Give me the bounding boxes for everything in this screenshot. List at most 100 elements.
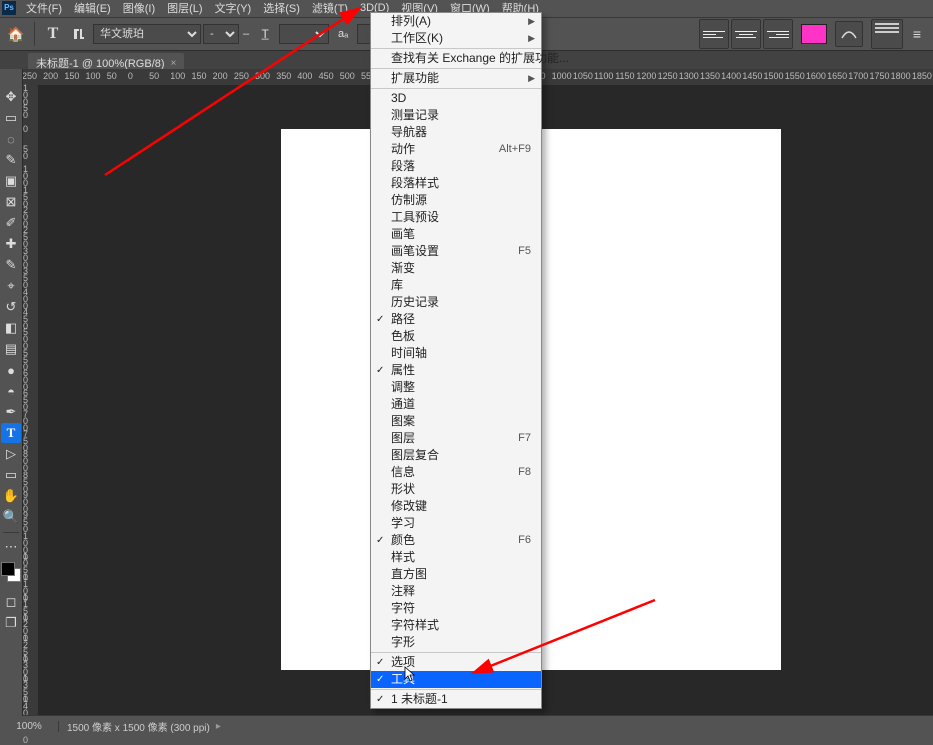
window-menu-item[interactable]: 形状: [371, 481, 541, 498]
move-tool[interactable]: ✥: [1, 87, 21, 107]
window-menu-item[interactable]: ✓路径: [371, 311, 541, 328]
heal-tool[interactable]: ✚: [1, 234, 21, 254]
menu-edit[interactable]: 编辑(E): [68, 0, 117, 16]
menu-layer[interactable]: 图层(L): [161, 0, 208, 16]
window-menu-item[interactable]: 图层复合: [371, 447, 541, 464]
warp-text-button[interactable]: [835, 21, 863, 47]
window-menu-item[interactable]: 画笔设置F5: [371, 243, 541, 260]
blur-tool[interactable]: ●: [1, 360, 21, 380]
text-orientation-button[interactable]: [67, 22, 91, 46]
status-chevron-icon[interactable]: ▸: [216, 721, 221, 732]
hand-tool[interactable]: ✋: [1, 486, 21, 506]
font-size-select[interactable]: [279, 24, 329, 44]
ruler-tick: 100: [86, 71, 101, 81]
shape-tool[interactable]: ▭: [1, 465, 21, 485]
eraser-tool[interactable]: ◧: [1, 318, 21, 338]
pen-tool[interactable]: ✒: [1, 402, 21, 422]
edit-toolbar-button[interactable]: ⋯: [1, 537, 21, 557]
window-menu-item[interactable]: 通道: [371, 396, 541, 413]
window-menu-item[interactable]: 仿制源: [371, 192, 541, 209]
window-menu-item[interactable]: 字符样式: [371, 617, 541, 634]
window-menu-item[interactable]: 段落样式: [371, 175, 541, 192]
menu-type[interactable]: 文字(Y): [209, 0, 258, 16]
vertical-ruler: 1005005010015020025030035040045050055060…: [22, 85, 39, 716]
window-menu-item[interactable]: 工具预设: [371, 209, 541, 226]
text-color-swatch[interactable]: [801, 24, 827, 44]
marquee-tool[interactable]: ▭: [1, 108, 21, 128]
align-center-button[interactable]: [731, 19, 761, 49]
window-menu-item[interactable]: 字形: [371, 634, 541, 651]
window-menu-item[interactable]: 调整: [371, 379, 541, 396]
lasso-tool[interactable]: ◌: [1, 129, 21, 149]
window-menu-item[interactable]: 图案: [371, 413, 541, 430]
window-menu-item[interactable]: ✓颜色F6: [371, 532, 541, 549]
menu-item-label: 动作: [391, 141, 415, 158]
window-menu-item[interactable]: 渐变: [371, 260, 541, 277]
window-menu-item[interactable]: 库: [371, 277, 541, 294]
window-menu-item[interactable]: 修改键: [371, 498, 541, 515]
zoom-field[interactable]: 100%: [0, 721, 59, 732]
eyedropper-tool[interactable]: ✐: [1, 213, 21, 233]
menu-filter[interactable]: 滤镜(T): [306, 0, 354, 16]
stamp-tool[interactable]: ⌖: [1, 276, 21, 296]
brush-tool[interactable]: ✎: [1, 255, 21, 275]
toggle-panels-button[interactable]: [871, 19, 903, 49]
window-menu-item[interactable]: 信息F8: [371, 464, 541, 481]
align-left-button[interactable]: [699, 19, 729, 49]
menu-file[interactable]: 文件(F): [20, 0, 68, 16]
window-menu-item[interactable]: 动作Alt+F9: [371, 141, 541, 158]
window-menu-item[interactable]: ✓ 属性: [371, 362, 541, 379]
path-select-tool[interactable]: ▷: [1, 444, 21, 464]
font-family-select[interactable]: 华文琥珀: [93, 24, 201, 44]
foreground-color-swatch[interactable]: [1, 562, 15, 576]
crop-tool[interactable]: ▣: [1, 171, 21, 191]
menu-select[interactable]: 选择(S): [257, 0, 306, 16]
screenmode-button[interactable]: ❐: [1, 613, 21, 633]
menu-item-label: 属性: [391, 362, 415, 379]
window-menu-item[interactable]: 图层F7: [371, 430, 541, 447]
menu-item-label: 工具: [391, 671, 415, 688]
frame-tool[interactable]: ⊠: [1, 192, 21, 212]
menu-item-label: 样式: [391, 549, 415, 566]
menu-image[interactable]: 图像(I): [117, 0, 161, 16]
gradient-tool[interactable]: ▤: [1, 339, 21, 359]
check-icon: ✓: [376, 362, 384, 379]
window-menu-item[interactable]: ✓工具: [371, 671, 541, 688]
window-menu-item[interactable]: 扩展功能▶: [371, 70, 541, 87]
window-menu-item[interactable]: ✓1 未标题-1: [371, 691, 541, 708]
home-button[interactable]: 🏠: [4, 22, 28, 46]
window-menu-item[interactable]: 排列(A)▶: [371, 13, 541, 30]
type-tool[interactable]: T: [1, 423, 21, 443]
align-right-button[interactable]: [763, 19, 793, 49]
window-menu-item[interactable]: ✓选项: [371, 654, 541, 671]
dodge-tool[interactable]: ◓: [1, 381, 21, 401]
window-menu-item[interactable]: 样式: [371, 549, 541, 566]
ruler-tick: 1400: [721, 71, 741, 81]
window-menu-item[interactable]: 查找有关 Exchange 的扩展功能...: [371, 50, 541, 67]
window-menu-item[interactable]: 学习: [371, 515, 541, 532]
color-swatches[interactable]: [1, 562, 21, 582]
menu-item-label: 画笔: [391, 226, 415, 243]
window-menu-item[interactable]: 色板: [371, 328, 541, 345]
window-menu-item[interactable]: 段落: [371, 158, 541, 175]
quick-select-tool[interactable]: ✎: [1, 150, 21, 170]
extra-options-button[interactable]: ≡: [905, 22, 929, 46]
quickmask-button[interactable]: ◻: [1, 592, 21, 612]
window-menu-item[interactable]: 注释: [371, 583, 541, 600]
window-menu-item[interactable]: 时间轴: [371, 345, 541, 362]
document-tab-close[interactable]: ×: [171, 58, 177, 69]
window-menu-item[interactable]: 直方图: [371, 566, 541, 583]
menu-item-label: 字符样式: [391, 617, 439, 634]
window-menu-item[interactable]: 历史记录: [371, 294, 541, 311]
ruler-tick: 1800: [891, 71, 911, 81]
font-style-select[interactable]: -: [203, 24, 239, 44]
zoom-tool[interactable]: 🔍: [1, 507, 21, 527]
window-menu-item[interactable]: 画笔: [371, 226, 541, 243]
window-menu-item[interactable]: 工作区(K)▶: [371, 30, 541, 47]
window-menu-item[interactable]: 3D: [371, 90, 541, 107]
window-menu-item[interactable]: 导航器: [371, 124, 541, 141]
ruler-tick: 200: [213, 71, 228, 81]
window-menu-item[interactable]: 测量记录: [371, 107, 541, 124]
window-menu-item[interactable]: 字符: [371, 600, 541, 617]
history-brush-tool[interactable]: ↺: [1, 297, 21, 317]
